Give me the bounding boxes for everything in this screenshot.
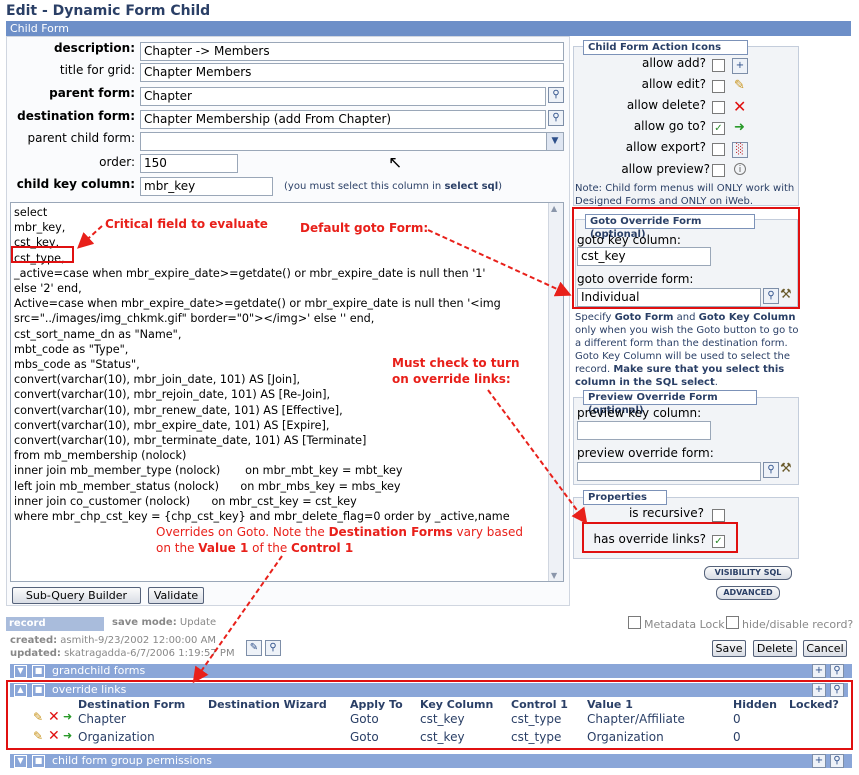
annotation-arrows [77,225,588,684]
arrow-critical [77,225,103,249]
arrow-overrides [192,555,283,684]
arrow-must-check [487,389,588,525]
arrow-default-goto [427,229,572,297]
